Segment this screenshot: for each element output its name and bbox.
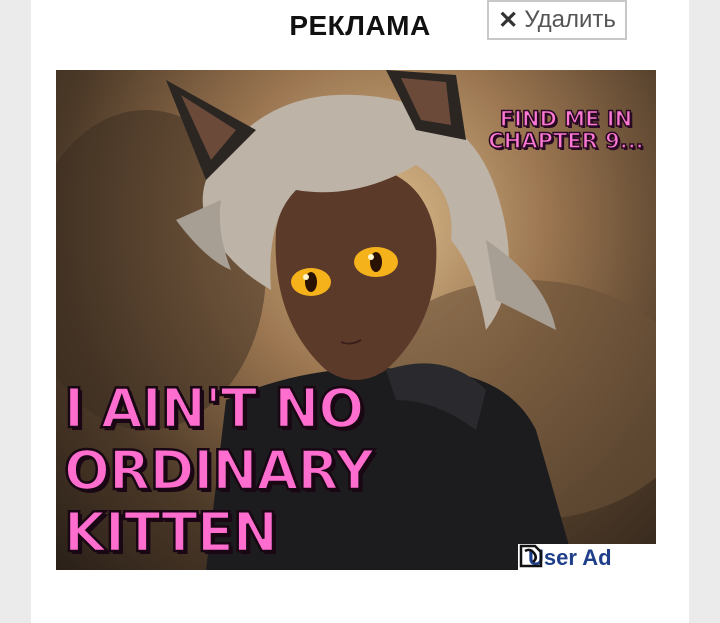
ad-title: I AIN'T NO ORDINARY KITTEN [63, 376, 444, 565]
next-content-cutoff: ▬ ▬ ▬ ▬ [56, 606, 656, 623]
ad-title-line-2: ORDINARY [63, 438, 376, 503]
remove-ad-label: Удалить [524, 6, 616, 33]
ad-title-line-1: I AIN'T NO [63, 376, 366, 441]
remove-ad-button[interactable]: ✕ Удалить [487, 0, 627, 40]
find-me-text: FIND ME IN CHAPTER 9... [488, 107, 645, 153]
close-icon: ✕ [498, 6, 519, 34]
user-ad-badge: User Ad [518, 544, 656, 570]
ad-title-line-3: KITTEN [63, 500, 279, 565]
ad-banner-image[interactable]: FIND ME IN CHAPTER 9... I AIN'T NO ORDIN… [56, 70, 656, 570]
ad-card: РЕКЛАМА ✕ Удалить FIND ME IN CHAPTER 9..… [31, 0, 689, 623]
